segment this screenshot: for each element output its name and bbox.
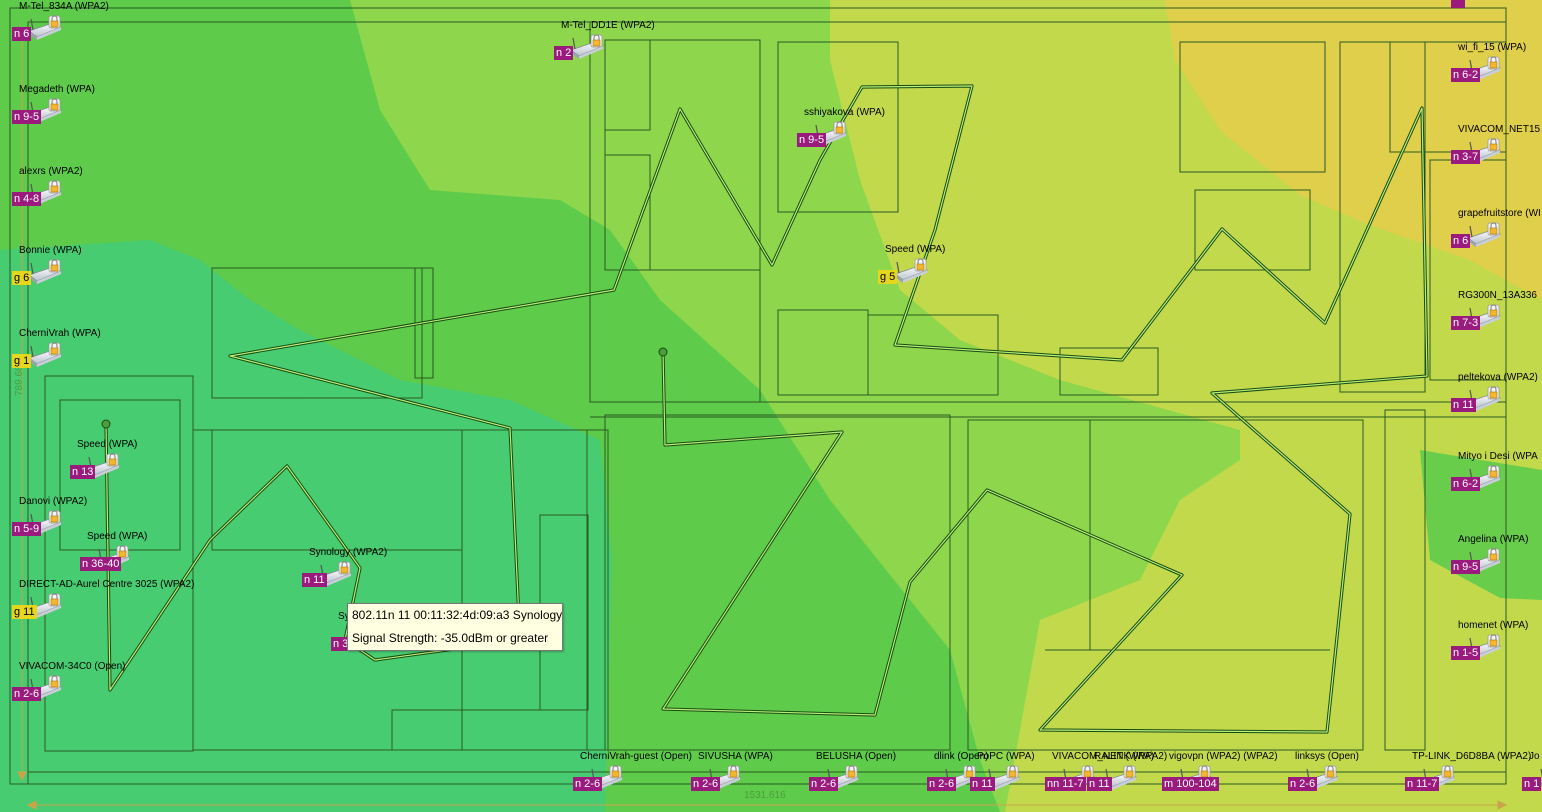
top-right-marker [1451,0,1465,8]
router-icon[interactable] [1466,222,1502,248]
access-point-vivacomnet15[interactable]: VIVACOM_NET15 n 3-7 [1451,124,1542,174]
access-point-name: VIVACOM-34C0 (Open) [19,661,126,672]
channel-badge: n 4-8 [12,192,42,206]
access-point-name: linksys (Open) [1295,751,1359,762]
access-point-name: grapefruitstore (WI [1458,208,1541,219]
access-point-name: SIVUSHA (WPA) [698,751,773,762]
channel-badge: g 5 [878,270,898,284]
channel-badge: n 7-3 [1451,316,1481,330]
access-point-speed3640[interactable]: Speed (WPA) n 36-40 [80,531,230,581]
router-icon[interactable] [893,258,929,284]
heatmap-canvas[interactable] [0,0,1542,812]
access-point-homenet[interactable]: homenet (WPA) n 1-5 [1451,620,1542,670]
channel-badge: n 1 [1522,777,1542,791]
access-point-megadeth[interactable]: Megadeth (WPA) n 9-5 [12,84,162,134]
access-point-name: Synology (WPA2) [309,547,388,558]
channel-badge: m 100-104 [1162,777,1219,791]
access-point-name: homenet (WPA) [1458,620,1529,631]
channel-badge: n 2-6 [573,777,603,791]
access-point-mteldd1e[interactable]: M-Tel_DD1E (WPA2) n 2 [554,20,704,70]
access-point-name: Jo [1529,751,1540,762]
channel-badge: n 2-6 [927,777,957,791]
access-point-wifi15[interactable]: wi_fi_15 (WPA) n 6-2 [1451,42,1542,92]
access-point-vivacom34c0[interactable]: VIVACOM-34C0 (Open) n 2-6 [12,661,162,711]
router-icon[interactable] [27,15,63,41]
channel-badge: n 6-2 [1451,477,1481,491]
channel-badge: n 3-7 [1451,150,1481,164]
access-point-rg300n[interactable]: RG300N_13A336 n 7-3 [1451,290,1542,340]
channel-badge: n 5-9 [12,522,42,536]
access-point-name: Mityo i Desi (WPA [1458,451,1538,462]
access-point-angelina[interactable]: Angelina (WPA) n 9-5 [1451,534,1542,584]
access-point-name: alexrs (WPA2) [19,166,83,177]
tooltip-line-1: 802.11n 11 00:11:32:4d:09:a3 Synology [352,608,563,622]
channel-badge: n 9-5 [1451,560,1481,574]
signal-zones [0,0,1542,812]
access-point-speed13[interactable]: Speed (WPA) n 13 [70,439,220,489]
channel-badge: n 2-6 [809,777,839,791]
access-point-directad[interactable]: DIRECT-AD-Aurel Centre 3025 (WPA2) g 11 [12,579,194,629]
access-point-mtel834a[interactable]: M-Tel_834A (WPA2) n 6 [12,1,162,51]
tooltip-line-2: Signal Strength: -35.0dBm or greater [352,631,549,645]
access-point-name: VIVACOM_NET15 [1458,124,1541,135]
access-point-alexrs[interactable]: alexrs (WPA2) n 4-8 [12,166,162,216]
channel-badge: g 6 [12,271,32,285]
channel-badge: n 1-5 [1451,646,1481,660]
access-point-chernivrah[interactable]: CherniVrah (WPA) g 1 [12,328,162,378]
signal-tooltip: 802.11n 11 00:11:32:4d:09:a3 Synology Si… [347,603,563,651]
access-point-name: RALINK (WPA2) [1094,751,1168,762]
channel-badge: g 11 [12,605,37,619]
access-point-name: sshiyakova (WPA) [804,107,885,118]
channel-badge: n 9-5 [12,110,42,124]
channel-badge: n 36-40 [80,557,122,571]
access-point-edgeap[interactable]: Jo n 1 [1522,751,1542,801]
access-point-name: Angelina (WPA) [1458,534,1529,545]
access-point-name: DIRECT-AD-Aurel Centre 3025 (WPA2) [19,579,195,590]
access-point-grapefruit[interactable]: grapefruitstore (WI n 6 [1451,208,1542,258]
access-point-sshiyakova[interactable]: sshiyakova (WPA) n 9-5 [797,107,947,157]
access-point-mityo[interactable]: Mityo i Desi (WPA n 6-2 [1451,451,1542,501]
channel-badge: n 13 [70,465,96,479]
access-point-synology[interactable]: Synology (WPA2) n 11 [302,547,452,597]
channel-badge: n 11-7 [1405,777,1440,791]
access-point-name: BELUSHA (Open) [816,751,897,762]
access-point-bonnie[interactable]: Bonnie (WPA) g 6 [12,245,162,295]
access-point-name: RG300N_13A336 [1458,290,1537,301]
access-point-speedg5[interactable]: Speed (WPA) g 5 [878,244,1028,294]
channel-badge: g 1 [12,354,32,368]
channel-badge: n 2-6 [1288,777,1318,791]
channel-badge: n 11 [302,573,327,587]
access-point-name: CherniVrah-guest (Open) [580,751,692,762]
access-point-name: Speed (WPA) [77,439,138,450]
access-point-name: Speed (WPA) [87,531,148,542]
router-icon[interactable] [569,34,605,60]
access-point-peltekova[interactable]: peltekova (WPA2) n 11 [1451,372,1542,422]
channel-badge: n 11 [970,777,995,791]
access-point-name: Danovi (WPA2) [19,496,88,507]
access-point-name: CherniVrah (WPA) [19,328,101,339]
router-icon[interactable] [27,259,63,285]
channel-badge: n 11 [1451,398,1476,412]
access-point-name: Bonnie (WPA) [19,245,82,256]
router-icon[interactable] [27,342,63,368]
channel-badge: n 2-6 [691,777,721,791]
channel-badge: n 2-6 [12,687,42,701]
access-point-name: Speed (WPA) [885,244,946,255]
access-point-name: Megadeth (WPA) [19,84,95,95]
access-point-name: vigovpn (WPA2) (WPA2) [1169,751,1278,762]
channel-badge: n 6-2 [1451,68,1481,82]
channel-badge: n 11 [1087,777,1112,791]
channel-badge: nn 11-7 [1045,777,1086,791]
access-point-name: M-Tel_834A (WPA2) [19,1,109,12]
access-point-name: M-Tel_DD1E (WPA2) [561,20,655,31]
access-point-name: wi_fi_15 (WPA) [1458,42,1527,53]
channel-badge: n 6 [12,27,32,41]
access-point-name: PoPC (WPA) [977,751,1035,762]
channel-badge: n 9-5 [797,133,827,147]
channel-badge: n 6 [1451,234,1471,248]
access-point-name: TP-LINK_D6D8BA (WPA2) [1412,751,1532,762]
channel-badge: n 2 [554,46,574,60]
access-point-name: peltekova (WPA2) [1458,372,1538,383]
